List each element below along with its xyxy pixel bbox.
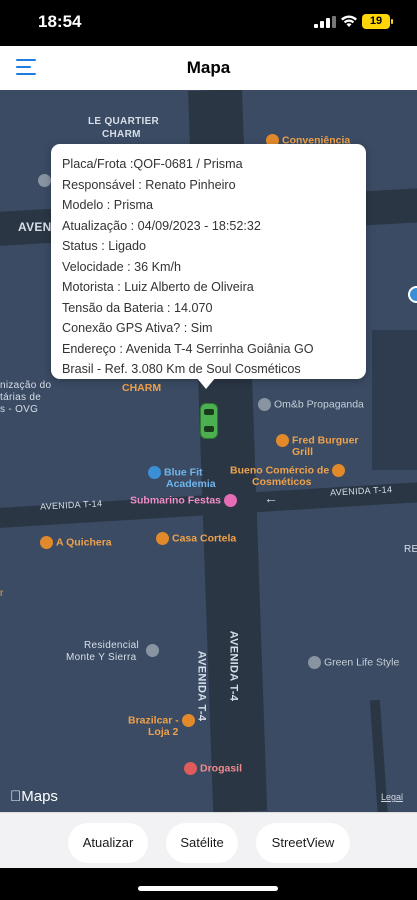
home-indicator[interactable] — [138, 886, 278, 891]
apple-maps-logo: Maps — [10, 788, 58, 805]
legal-link[interactable]: Legal — [381, 792, 403, 802]
app-screen: 18:54 19 Mapa LE QUARTIER CHARM AVENIDA … — [0, 0, 417, 900]
page-title: Mapa — [186, 58, 231, 77]
restaurant-icon — [156, 532, 169, 545]
map-label-org-1: nização do — [0, 380, 52, 391]
map-label-residencial-2: Monte Y Sierra — [66, 652, 137, 663]
navigation-bar: Mapa — [0, 46, 417, 90]
streetview-button[interactable]: StreetView — [256, 823, 350, 863]
poi-fred-burguer[interactable]: Fred Burguer — [276, 434, 359, 447]
poi-blue-fit-2: Academia — [166, 478, 216, 490]
map-label-t4-b: AVENIDA T-4 — [195, 650, 208, 722]
map-label-t4-a: AVENIDA T-4 — [227, 630, 240, 702]
status-bar: 18:54 19 — [0, 0, 417, 46]
poi-a-quichera[interactable]: A Quichera — [40, 536, 112, 549]
map-label-org-2: tárias de — [0, 392, 42, 403]
info-modelo: Modelo : Prisma — [62, 198, 153, 212]
poi-casa-cortela[interactable]: Casa Cortela — [156, 532, 236, 545]
arrow-left-icon: ← — [264, 490, 279, 506]
info-atualizacao: Atualização : 04/09/2023 - 18:52:32 — [62, 219, 261, 233]
pharmacy-icon — [184, 762, 197, 775]
map-label-le-quartier: LE QUARTIER — [88, 116, 160, 127]
poi-omb-propaganda[interactable]: Om&b Propaganda — [258, 398, 364, 411]
vehicle-info-callout[interactable]: Placa/Frota :QOF-0681 / Prisma Responsáv… — [51, 144, 366, 379]
info-conexao-gps: Conexão GPS Ativa? : Sim — [62, 321, 213, 335]
poi-residencial-pin — [146, 644, 162, 657]
info-responsavel: Responsável : Renato Pinheiro — [62, 178, 236, 192]
info-referencia: Brasil - Ref. 3.080 Km de Soul Cosmético… — [62, 362, 301, 376]
atualizar-button[interactable]: Atualizar — [68, 823, 148, 863]
restaurant-icon — [40, 536, 53, 549]
home-indicator-bar — [0, 868, 417, 900]
poi-fred-burguer-2: Grill — [292, 446, 314, 458]
info-tensao-bateria: Tensão da Bateria : 14.070 — [62, 301, 213, 315]
battery-icon: 19 — [362, 14, 390, 29]
poi-drogasil[interactable]: Drogasil — [184, 762, 242, 775]
poi-bueno-comercio-2: Cosméticos — [252, 476, 312, 488]
map-label-partial-right: RE — [404, 544, 417, 555]
map-label-charm: CHARM — [102, 129, 141, 140]
map-label-residencial-1: Residencial — [84, 640, 139, 651]
map-view[interactable]: LE QUARTIER CHARM AVENIDA nização do tár… — [0, 90, 417, 812]
apple-icon:  — [10, 788, 21, 805]
shop-icon — [332, 464, 346, 477]
bottom-toolbar: Atualizar Satélite StreetView — [0, 812, 417, 869]
satelite-button[interactable]: Satélite — [166, 823, 238, 863]
poi-charm[interactable]: CHARM — [122, 382, 161, 394]
info-placa: Placa/Frota :QOF-0681 / Prisma — [62, 157, 243, 171]
poi-green-life-style[interactable]: Green Life Style — [308, 656, 399, 669]
status-time: 18:54 — [38, 12, 82, 31]
info-status: Status : Ligado — [62, 239, 147, 253]
pin-icon — [258, 398, 271, 411]
road-block-right — [372, 330, 417, 470]
poi-submarino-festas[interactable]: Submarino Festas — [130, 494, 240, 507]
gym-icon — [148, 466, 161, 479]
location-icon — [408, 286, 417, 303]
battery-tip — [391, 19, 393, 24]
map-label-partial-bottom-left: r — [0, 588, 4, 599]
map-label-org-3: s - OVG — [0, 404, 39, 415]
poi-brazilcar-2: Loja 2 — [148, 726, 179, 738]
shopping-icon — [223, 494, 237, 507]
building-icon — [146, 644, 159, 657]
info-velocidade: Velocidade : 36 Km/h — [62, 260, 182, 274]
info-endereco: Endereço : Avenida T-4 Serrinha Goiânia … — [62, 342, 314, 356]
pin-icon — [38, 174, 51, 187]
car-icon — [181, 714, 195, 727]
food-icon — [276, 434, 289, 447]
cellular-signal-icon — [314, 16, 336, 28]
pin-icon — [308, 656, 321, 669]
vehicle-marker[interactable] — [200, 403, 218, 439]
info-motorista: Motorista : Luiz Alberto de Oliveira — [62, 280, 254, 294]
callout-pointer — [196, 377, 216, 389]
wifi-icon — [341, 15, 357, 27]
